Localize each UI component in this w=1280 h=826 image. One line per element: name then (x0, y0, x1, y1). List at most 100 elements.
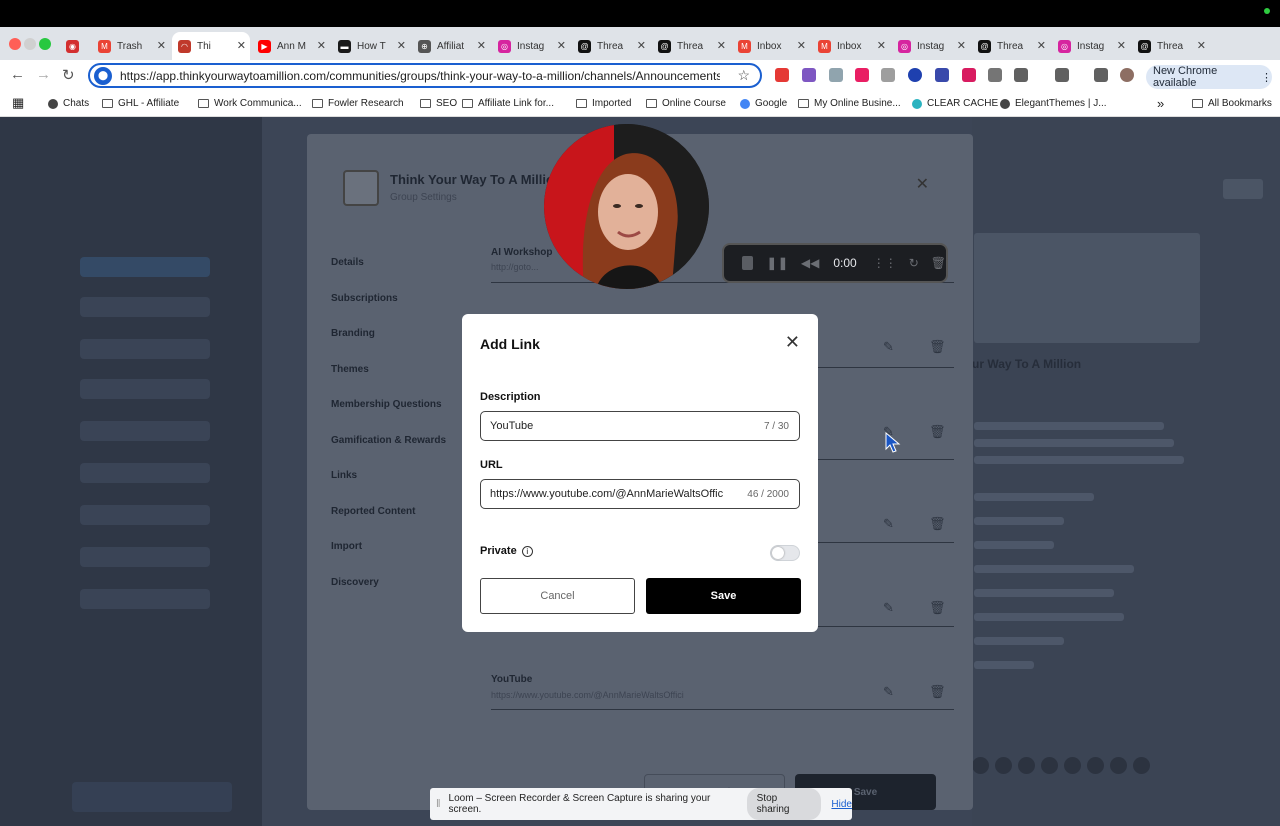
settings-nav-themes[interactable]: Themes (331, 364, 369, 375)
trash-icon[interactable]: 🗑 (929, 516, 946, 532)
drag-handle-icon[interactable]: ‖ (436, 798, 441, 810)
close-tab-icon[interactable]: ✕ (797, 39, 806, 52)
settings-nav-gamification[interactable]: Gamification & Rewards (331, 435, 446, 446)
info-icon[interactable]: i (521, 545, 533, 557)
tab[interactable]: M Trash ✕ (92, 32, 170, 60)
tab[interactable]: ◉ (60, 32, 88, 60)
sidebar-item[interactable] (80, 421, 210, 441)
close-icon[interactable]: ✕ (785, 332, 800, 353)
close-tab-icon[interactable]: ✕ (317, 39, 326, 52)
pencil-icon[interactable]: ✎ (883, 684, 894, 700)
camera-extension-icon[interactable] (881, 68, 895, 82)
close-tab-icon[interactable]: ✕ (157, 39, 166, 52)
webcam-bubble[interactable] (544, 124, 709, 289)
puzzle-icon[interactable] (1014, 68, 1028, 82)
avatar[interactable] (1120, 68, 1134, 82)
settings-nav-subscriptions[interactable]: Subscriptions (331, 293, 398, 304)
pencil-icon[interactable]: ✎ (883, 516, 894, 532)
bookmark-item[interactable]: ElegantThemes | J... (1000, 98, 1107, 109)
maximize-window-icon[interactable] (39, 38, 51, 50)
bookmark-item[interactable]: Affiliate Link for... (462, 98, 554, 109)
reload-button[interactable]: ↻ (62, 66, 75, 84)
description-field[interactable]: 7 / 30 (480, 411, 800, 441)
add-channel-button[interactable] (72, 782, 232, 812)
minimize-window-icon[interactable] (24, 38, 36, 50)
sidebar-item[interactable] (80, 257, 210, 277)
close-tab-icon[interactable]: ✕ (877, 39, 886, 52)
tab[interactable]: ◠ Thi ✕ (172, 32, 250, 60)
close-tab-icon[interactable]: ✕ (717, 39, 726, 52)
close-tab-icon[interactable]: ✕ (1117, 39, 1126, 52)
tab[interactable]: ▶ Ann M ✕ (252, 32, 330, 60)
close-tab-icon[interactable]: ✕ (637, 39, 646, 52)
trash-icon[interactable]: 🗑 (929, 600, 946, 616)
tab[interactable]: M Inbox ✕ (732, 32, 810, 60)
pencil-icon[interactable]: ✎ (883, 339, 894, 355)
trash-icon[interactable]: 🗑 (929, 339, 946, 355)
stop-sharing-button[interactable]: Stop sharing (746, 788, 822, 820)
settings-nav-details[interactable]: Details (331, 257, 364, 268)
description-input[interactable] (490, 420, 728, 432)
bookmark-item[interactable]: Online Course (646, 98, 726, 109)
extension-icon[interactable] (988, 68, 1002, 82)
sidebar-item[interactable] (80, 463, 210, 483)
url-field[interactable]: 46 / 2000 (480, 479, 800, 509)
grid-icon[interactable]: ⋮⋮ (873, 256, 897, 270)
apps-grid-icon[interactable]: ▦ (12, 95, 24, 111)
bookmark-star-icon[interactable]: ☆ (737, 67, 750, 84)
bookmark-item[interactable]: SEO (420, 98, 457, 109)
tab[interactable]: ◎ Instag ✕ (892, 32, 970, 60)
extension-icon[interactable] (829, 68, 843, 82)
bookmark-item[interactable]: Imported (576, 98, 631, 109)
sidebar-item[interactable] (80, 547, 210, 567)
url-input[interactable] (490, 488, 728, 500)
tab[interactable]: @ Threa ✕ (652, 32, 730, 60)
close-tab-icon[interactable]: ✕ (957, 39, 966, 52)
trash-icon[interactable]: 🗑 (929, 424, 946, 440)
tab[interactable]: @ Threa ✕ (1132, 32, 1210, 60)
kebab-menu-icon[interactable]: ⋮ (1261, 71, 1272, 84)
tab[interactable]: ◎ Instag ✕ (492, 32, 570, 60)
tab[interactable]: @ Threa ✕ (572, 32, 650, 60)
close-tab-icon[interactable]: ✕ (1197, 39, 1206, 52)
pencil-icon[interactable]: ✎ (883, 600, 894, 616)
restart-icon[interactable]: ↻ (909, 256, 919, 270)
tab[interactable]: @ Threa ✕ (972, 32, 1050, 60)
extension-icon[interactable] (775, 68, 789, 82)
media-control-icon[interactable] (1094, 68, 1108, 82)
settings-nav-links[interactable]: Links (331, 470, 357, 481)
settings-nav-membership-questions[interactable]: Membership Questions (331, 399, 442, 410)
forward-button[interactable]: → (36, 66, 51, 83)
extension-icon[interactable] (802, 68, 816, 82)
tab[interactable]: ◎ Instag ✕ (1052, 32, 1130, 60)
trash-icon[interactable]: 🗑 (931, 256, 946, 270)
close-window-icon[interactable] (9, 38, 21, 50)
close-icon[interactable]: ✕ (916, 174, 929, 194)
back-button[interactable]: ← (10, 66, 25, 83)
all-bookmarks-link[interactable]: All Bookmarks (1192, 98, 1272, 109)
bookmark-item[interactable]: My Online Busine... (798, 98, 901, 109)
more-bookmarks-icon[interactable]: » (1157, 96, 1164, 111)
join-button[interactable] (1223, 179, 1263, 199)
pause-icon[interactable]: ❚❚ (767, 256, 789, 270)
bookmark-item[interactable]: CLEAR CACHE (912, 98, 998, 109)
sidebar-item[interactable] (80, 505, 210, 525)
sidebar-item[interactable] (80, 339, 210, 359)
bookmark-item[interactable]: GHL - Affiliate (102, 98, 179, 109)
settings-nav-import[interactable]: Import (331, 541, 362, 552)
close-tab-icon[interactable]: ✕ (397, 39, 406, 52)
bookmark-item[interactable]: Chats (48, 98, 89, 109)
sidebar-item[interactable] (80, 589, 210, 609)
extension-icon[interactable] (935, 68, 949, 82)
close-tab-icon[interactable]: ✕ (237, 39, 246, 52)
address-url[interactable]: https://app.thinkyourwaytoamillion.com/c… (120, 69, 720, 83)
settings-nav-branding[interactable]: Branding (331, 328, 375, 339)
close-tab-icon[interactable]: ✕ (477, 39, 486, 52)
extension-icon[interactable] (908, 68, 922, 82)
trash-icon[interactable]: 🗑 (929, 684, 946, 700)
close-tab-icon[interactable]: ✕ (1037, 39, 1046, 52)
sidebar-item[interactable] (80, 297, 210, 317)
tab[interactable]: ▬ How T ✕ (332, 32, 410, 60)
address-bar[interactable]: ⬤ https://app.thinkyourwaytoamillion.com… (88, 63, 762, 88)
private-toggle[interactable] (770, 545, 800, 561)
